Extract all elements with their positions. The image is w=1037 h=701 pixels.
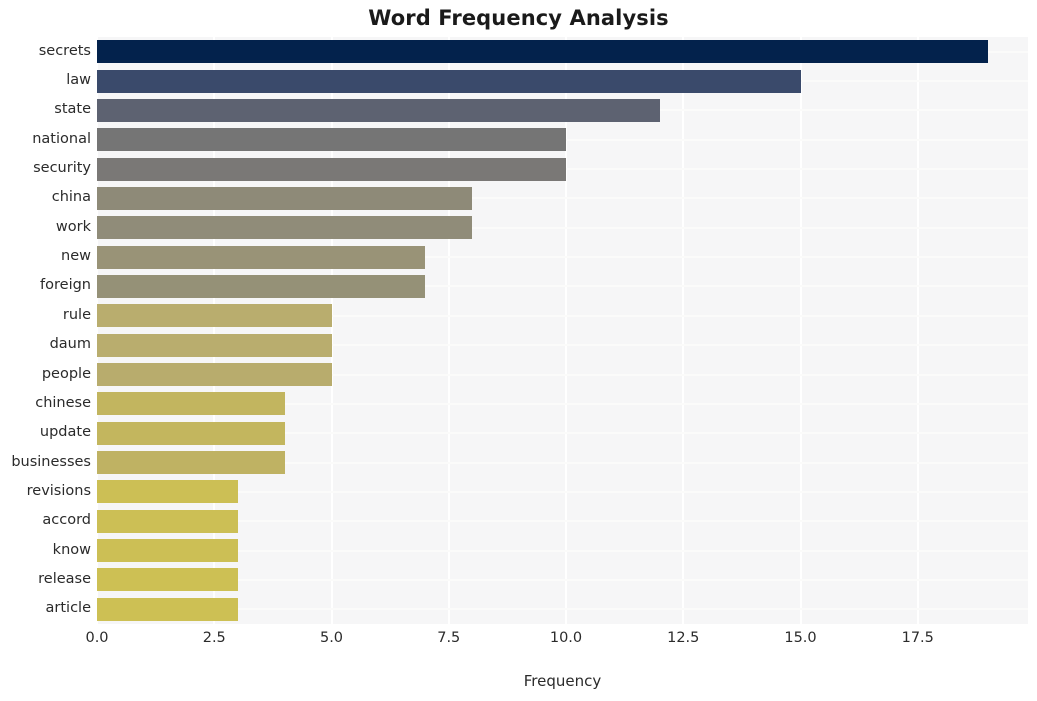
x-axis-tick-label: 0.0 <box>85 630 109 646</box>
bar[interactable] <box>97 451 285 475</box>
bar[interactable] <box>97 157 567 181</box>
bar[interactable] <box>97 128 567 152</box>
bar[interactable] <box>97 480 238 504</box>
y-axis-tick-label: rule <box>62 306 91 323</box>
x-gridline <box>330 37 333 624</box>
x-axis-tick-label: 7.5 <box>437 630 461 646</box>
x-gridline <box>682 37 685 624</box>
bar[interactable] <box>97 509 238 533</box>
y-axis-tick-label: daum <box>49 336 91 353</box>
y-axis-tick-label: foreign <box>40 277 91 294</box>
y-axis-tick-label: new <box>61 248 91 265</box>
bar[interactable] <box>97 274 426 298</box>
y-axis-tick-label: state <box>54 101 91 118</box>
bar[interactable] <box>97 539 238 563</box>
chart-figure: Word Frequency Analysis secrets law state n… <box>0 0 1037 701</box>
y-axis-tick-label: secrets <box>38 42 91 59</box>
x-gridline <box>565 37 568 624</box>
bar[interactable] <box>97 40 989 64</box>
bar[interactable] <box>97 392 285 416</box>
x-axis-label: Frequency <box>523 672 602 690</box>
plot-area <box>97 37 1028 624</box>
bar[interactable] <box>97 69 801 93</box>
bar[interactable] <box>97 304 332 328</box>
bar[interactable] <box>97 568 238 592</box>
y-axis-tick-label: revisions <box>26 482 91 499</box>
bar[interactable] <box>97 245 426 269</box>
x-gridline <box>213 37 216 624</box>
y-axis-tick-label: work <box>55 218 91 235</box>
y-axis-tick-label: people <box>41 365 91 382</box>
bar[interactable] <box>97 216 473 240</box>
y-axis-tick-label: china <box>51 189 91 206</box>
y-axis-tick-label: release <box>38 570 91 587</box>
x-axis-tick-label: 10.0 <box>549 630 583 646</box>
bar[interactable] <box>97 98 660 122</box>
x-gridline <box>447 37 450 624</box>
y-axis-tick-label: security <box>33 160 91 177</box>
y-axis-tick-label: update <box>39 424 91 441</box>
bar[interactable] <box>97 333 332 357</box>
chart-title: Word Frequency Analysis <box>368 6 669 30</box>
bar[interactable] <box>97 421 285 445</box>
x-gridline <box>97 37 98 624</box>
bar[interactable] <box>97 363 332 387</box>
y-axis-tick-labels: secrets law state national security china work… <box>0 37 91 624</box>
y-axis-tick-label: article <box>45 600 91 617</box>
y-axis-tick-label: businesses <box>11 453 91 470</box>
x-axis-tick-label: 15.0 <box>784 630 817 646</box>
x-axis-tick-labels: 0.0 2.5 5.0 7.5 10.0 12.5 15.0 17.5 <box>0 630 1037 654</box>
y-axis-tick-label: know <box>52 541 91 558</box>
x-axis-tick-label: 5.0 <box>319 630 344 646</box>
y-axis-tick-label: chinese <box>35 394 91 411</box>
y-axis-tick-label: law <box>66 72 91 89</box>
x-gridline <box>916 37 919 624</box>
x-gridline <box>799 37 802 624</box>
y-axis-tick-label: national <box>32 130 91 147</box>
y-axis-tick-label: accord <box>42 512 91 529</box>
bar[interactable] <box>97 597 238 621</box>
x-axis-tick-label: 12.5 <box>667 630 700 646</box>
bar[interactable] <box>97 186 473 210</box>
x-axis-tick-label: 17.5 <box>901 630 934 646</box>
x-axis-tick-label: 2.5 <box>202 630 226 646</box>
